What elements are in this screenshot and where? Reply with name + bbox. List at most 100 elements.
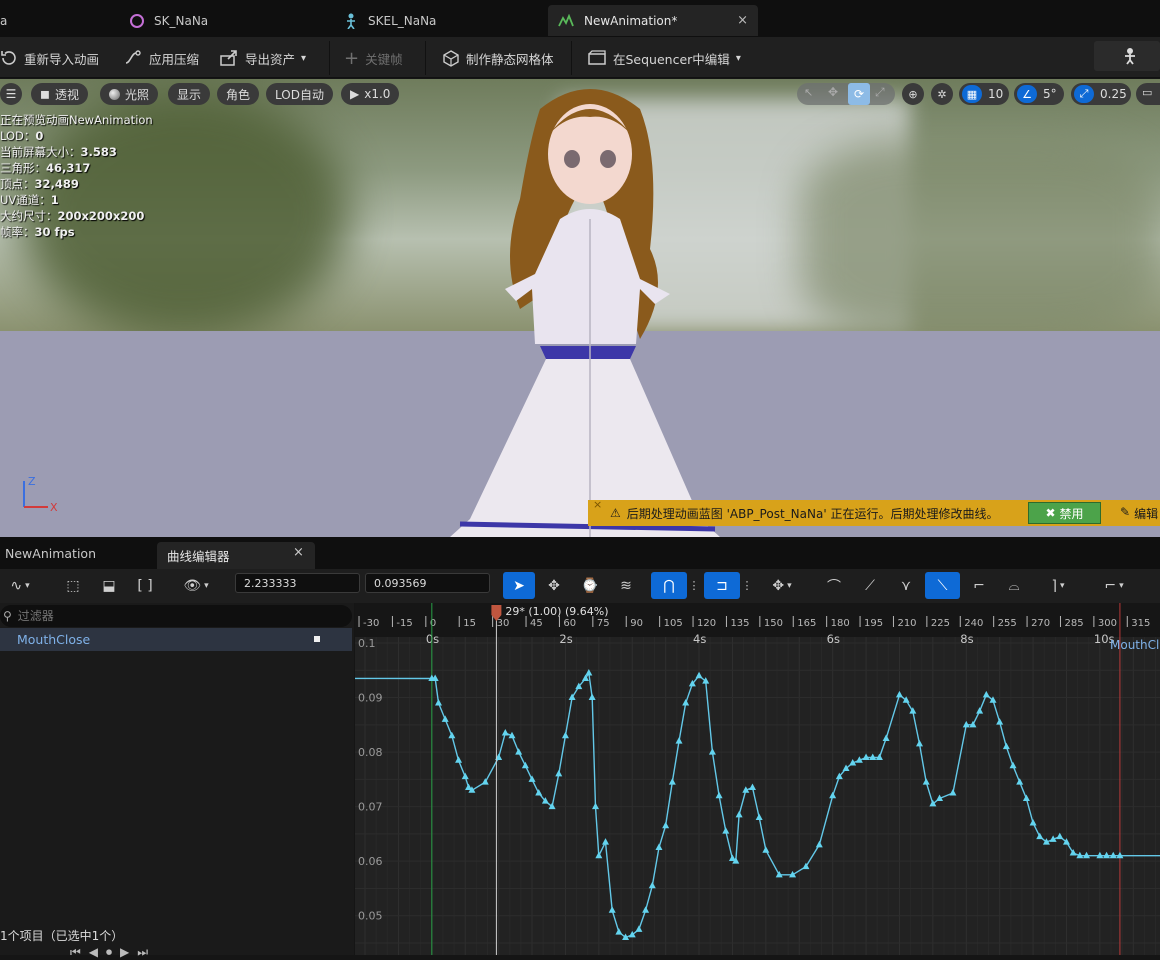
interp-linear-button[interactable]: ⟍ — [925, 572, 960, 599]
camera-speed-button[interactable]: ▭ — [1136, 83, 1160, 105]
grid-snap-toggle[interactable]: ▦ 10 — [959, 83, 1009, 105]
tab-skel-nana[interactable]: SKEL_NaNa — [344, 5, 544, 36]
tangent-auto-icon: ⌒ — [827, 578, 841, 595]
tab-sk-nana[interactable]: SK_NaNa — [130, 5, 330, 36]
tab-newanimation[interactable]: NewAnimation* × — [548, 5, 758, 36]
grid-icon: ▦ — [962, 85, 982, 103]
export-asset-button[interactable]: 导出资产 ▾ — [219, 45, 306, 71]
frame-tick-label: 315 — [1131, 618, 1150, 629]
frame-tick-label: 150 — [764, 618, 783, 629]
tangent-user-icon: ⟋ — [865, 577, 875, 594]
hamburger-icon: ☰ — [5, 87, 17, 101]
reimport-button[interactable]: 重新导入动画 — [0, 45, 99, 71]
tangent-user-button[interactable]: ⟋ — [856, 572, 884, 599]
frame-tick-label: 30 — [497, 618, 510, 629]
edit-in-sequencer-button[interactable]: 在Sequencer中编辑 ▾ — [587, 45, 741, 71]
framerate-value: 30 fps — [34, 225, 75, 239]
lod-button[interactable]: LOD自动 — [266, 83, 333, 105]
multi-scale-tool-button[interactable]: ≋ — [612, 572, 640, 599]
multi-scale-icon: ≋ — [620, 577, 632, 594]
filter-input[interactable] — [17, 609, 318, 623]
post-infinity-dropdown[interactable]: ⌐ ▾ — [1094, 572, 1134, 599]
transform-tool-button[interactable]: ✥ — [540, 572, 568, 599]
tab-partial[interactable]: a — [0, 5, 120, 36]
curve-editor-tab-label: 曲线编辑器 — [167, 549, 230, 564]
snap-time-button[interactable]: ⋂ — [651, 572, 687, 599]
show-button[interactable]: 显示 — [168, 83, 211, 105]
tab-curve-editor[interactable]: 曲线编辑器 × — [157, 542, 315, 569]
viewport-menu-button[interactable]: ☰ — [0, 83, 22, 105]
frame-tick-label: 75 — [597, 618, 610, 629]
playhead-label: 29* (1.00) (9.64%) — [505, 605, 608, 618]
curve-list-item[interactable]: MouthClose — [0, 628, 352, 651]
disable-button[interactable]: ✖ 禁用 — [1028, 502, 1101, 524]
edit-button[interactable]: ✎ 编辑 — [1120, 505, 1158, 522]
vertices-label: 顶点： — [0, 177, 35, 191]
make-static-mesh-button[interactable]: 制作静态网格体 — [442, 45, 554, 71]
disable-label: 禁用 — [1059, 506, 1084, 521]
uv-channels-label: UV通道： — [0, 193, 51, 207]
scale-value: 0.25 — [1100, 87, 1127, 101]
snap-value-options[interactable]: ⋮ — [742, 572, 753, 599]
visibility-dropdown[interactable]: 👁 ▾ — [174, 572, 218, 599]
retime-tool-button[interactable]: ⌚ — [576, 572, 604, 599]
interp-constant-button[interactable]: ⌐ — [965, 572, 993, 599]
scale-mode-icon[interactable]: ⤢ — [875, 85, 885, 100]
y-tick-label: 0.09 — [358, 692, 383, 705]
key-button[interactable]: + 关键帧 — [344, 45, 403, 71]
pencil-icon: ✎ — [1120, 505, 1131, 519]
post-infinity-icon: ⌐ — [1104, 577, 1117, 594]
select-tool-button[interactable]: ➤ — [503, 572, 535, 599]
flatten-tangents-button[interactable]: ⌓ — [1000, 572, 1028, 599]
curve-name-label: MouthClose — [1110, 638, 1160, 652]
curve-graph-canvas[interactable]: 0.1 0.09 0.08 0.07 0.06 0.05 -30 -15 0 15 30 45 60 75… — [355, 603, 1160, 955]
perspective-button[interactable]: ◼ 透视 — [31, 83, 88, 105]
local-space-icon[interactable]: ⊕ — [902, 83, 924, 105]
view-mode-dropdown[interactable]: ∿ ▾ — [2, 572, 38, 599]
banner-close-icon[interactable]: × — [593, 498, 602, 511]
axis-snap-dropdown[interactable]: ✥ ▾ — [762, 572, 802, 599]
snap-time-options[interactable]: ⋮ — [689, 572, 700, 599]
lod-stat-label: LOD： — [0, 129, 36, 143]
frame-all-button[interactable]: [ ] — [132, 572, 158, 599]
preview-label: 正在预览动画NewAnimation — [0, 113, 153, 127]
frame-vertical-button[interactable]: ⬓ — [96, 572, 122, 599]
pre-infinity-dropdown[interactable]: ⌉ ▾ — [1038, 572, 1078, 599]
translate-mode-icon[interactable]: ✥ — [828, 85, 838, 99]
scale-snap-toggle[interactable]: ⤢ 0.25 — [1071, 83, 1131, 105]
angle-snap-toggle[interactable]: ∠ 5° — [1014, 83, 1064, 105]
tangent-auto-button[interactable]: ⌒ — [820, 572, 848, 599]
frame-tick-label: 180 — [831, 618, 850, 629]
tab-newanimation-asset[interactable]: NewAnimation — [5, 546, 96, 561]
surface-snap-icon[interactable]: ✲ — [931, 83, 953, 105]
preview-viewport[interactable]: ☰ ◼ 透视 光照 显示 角色 LOD自动 ▶ x1.0 ↖ ✥ ⟳ ⤢ ⊕ ✲… — [0, 79, 1160, 537]
curve-visible-checkbox[interactable] — [314, 636, 320, 642]
chevron-down-icon: ▾ — [1119, 580, 1124, 591]
flatten-icon: ⌓ — [1008, 577, 1020, 594]
tangent-break-button[interactable]: ⋎ — [892, 572, 920, 599]
rotate-mode-icon[interactable]: ⟳ — [848, 83, 870, 105]
move-axis-icon: ✥ — [772, 577, 785, 594]
compression-icon — [125, 50, 141, 64]
select-mode-icon[interactable]: ↖ — [804, 86, 813, 99]
skeleton-mode-button[interactable] — [1094, 41, 1160, 71]
curve-graph[interactable]: 0.1 0.09 0.08 0.07 0.06 0.05 -30 -15 0 15 30 45 60 75… — [355, 603, 1160, 955]
chevron-down-icon: ▾ — [25, 580, 30, 591]
apply-compression-button[interactable]: 应用压缩 — [123, 45, 199, 71]
tab-label: SK_NaNa — [154, 13, 209, 28]
playback-controls[interactable]: ⏮◀⏺▶⏭ — [70, 945, 156, 960]
close-icon[interactable]: × — [737, 13, 748, 28]
play-rate-button[interactable]: ▶ x1.0 — [341, 83, 400, 105]
lit-button[interactable]: 光照 — [100, 83, 159, 105]
linear-icon: ⟍ — [937, 577, 948, 594]
vertices-value: 32,489 — [34, 177, 79, 191]
reimport-icon — [1, 51, 16, 65]
frame-all-icon: [ ] — [137, 577, 153, 594]
key-time-input[interactable]: 2.233333 — [235, 573, 360, 593]
close-icon[interactable]: × — [293, 545, 304, 560]
key-value-input[interactable]: 0.093569 — [365, 573, 490, 593]
character-button[interactable]: 角色 — [217, 83, 260, 105]
sequencer-label: 在Sequencer中编辑 — [613, 51, 730, 67]
snap-value-button[interactable]: ⊐ — [704, 572, 740, 599]
frame-selection-button[interactable]: ⬚ — [60, 572, 86, 599]
